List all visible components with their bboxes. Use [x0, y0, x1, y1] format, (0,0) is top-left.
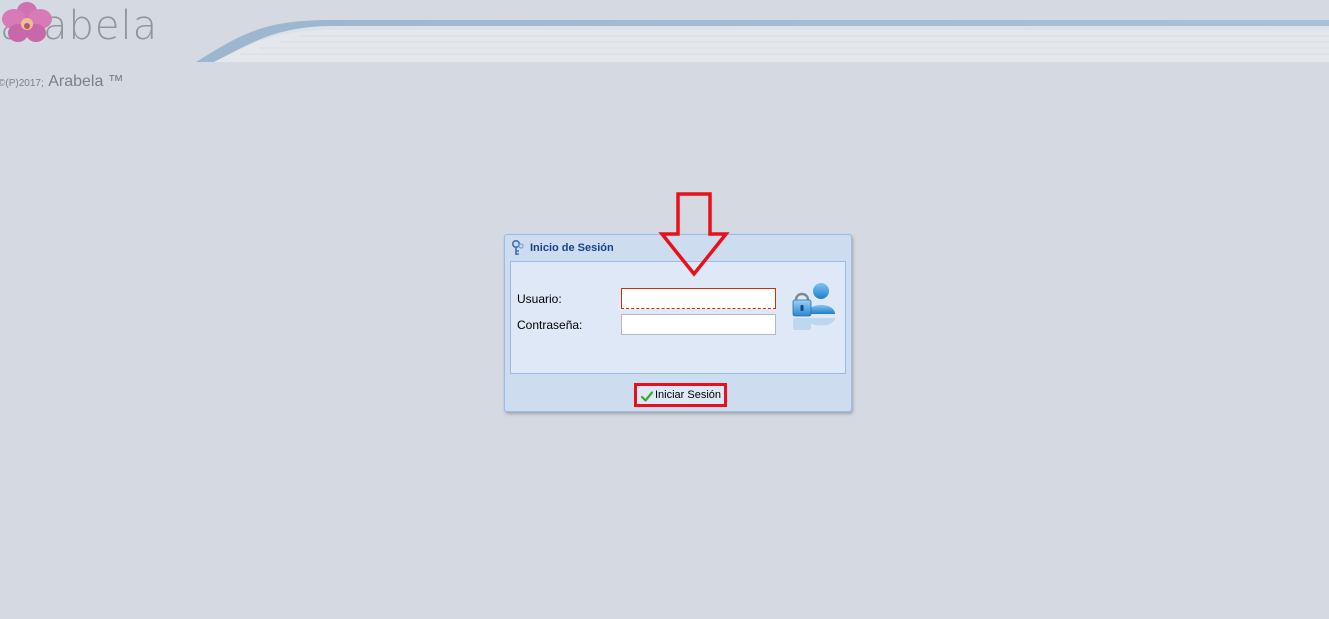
- copyright: ©(P)2017; Arabela ™: [0, 73, 124, 91]
- copyright-brand: Arabela ™: [48, 73, 124, 90]
- username-input[interactable]: [621, 288, 776, 309]
- header-banner: arabela: [0, 0, 1329, 62]
- login-button-label: Iniciar Sesión: [655, 389, 722, 401]
- down-arrow-annotation: [658, 192, 730, 277]
- user-lock-icon: [792, 283, 835, 330]
- header-wave: [0, 0, 1329, 62]
- key-icon: [512, 240, 524, 255]
- login-button[interactable]: Iniciar Sesión: [634, 383, 728, 407]
- orchid-flower-icon: [2, 2, 52, 42]
- page: arabela ©(P)2017; Arabela ™ Inicio de Se…: [0, 0, 1329, 619]
- copyright-prefix: ©(P)2017;: [0, 78, 44, 89]
- checkmark-icon: [641, 391, 653, 402]
- password-label: Contraseña:: [517, 318, 583, 332]
- username-label: Usuario:: [517, 292, 562, 306]
- password-input[interactable]: [621, 314, 776, 335]
- login-window-title: Inicio de Sesión: [530, 242, 614, 254]
